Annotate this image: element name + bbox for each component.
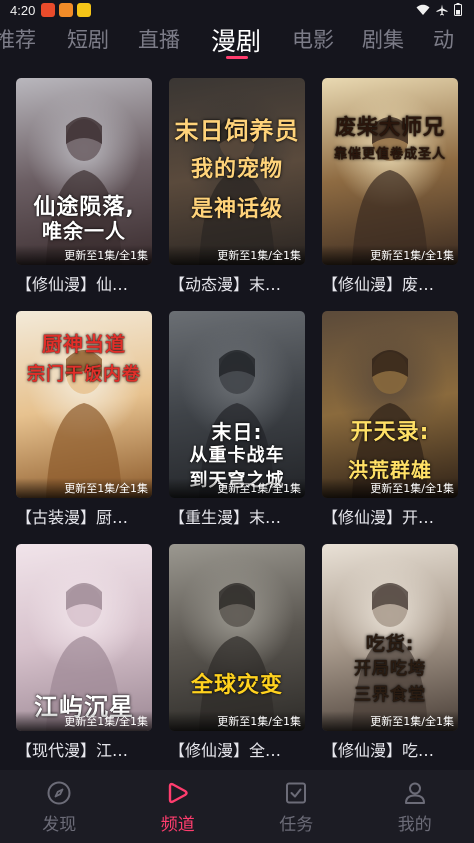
episode-badge: 更新至1集/全1集 (16, 245, 152, 265)
tab-anime[interactable]: 动 (433, 24, 454, 54)
drama-card[interactable]: 开天录: 洪荒群雄 更新至1集/全1集【修仙漫】开… (322, 311, 458, 528)
cover-title-text: 仙途陨落, (33, 195, 135, 220)
drama-cover-image[interactable]: 吃货: 开局吃垮三界食堂更新至1集/全1集 (322, 544, 458, 731)
drama-card[interactable]: 仙途陨落, 唯余一人 更新至1集/全1集【修仙漫】仙… (16, 78, 152, 295)
drama-card[interactable]: 江屿沉星 更新至1集/全1集【现代漫】江… (16, 544, 152, 761)
nav-label: 任务 (279, 815, 314, 835)
episode-badge: 更新至1集/全1集 (322, 478, 458, 498)
battery-icon (454, 3, 462, 16)
cover-title-text: 废柴大师兄 (335, 115, 445, 139)
drama-card[interactable]: 末日:从重卡战车到天穹之城更新至1集/全1集【重生漫】末… (169, 311, 305, 528)
cover-title-text: 三界食堂 (354, 685, 426, 705)
drama-card[interactable]: 废柴大师兄靠催更值卷成圣人更新至1集/全1集【修仙漫】废… (322, 78, 458, 295)
cover-title-text: 开天录: (350, 420, 430, 445)
tab-manju[interactable]: 漫剧 (211, 22, 261, 58)
active-tab-indicator (226, 56, 248, 59)
drama-cover-image[interactable]: 仙途陨落, 唯余一人 更新至1集/全1集 (16, 78, 152, 265)
tab-series[interactable]: 剧集 (362, 24, 404, 54)
drama-title[interactable]: 【重生漫】末… (169, 504, 305, 528)
drama-title[interactable]: 【古装漫】厨… (16, 504, 152, 528)
drama-cover-image[interactable]: 废柴大师兄靠催更值卷成圣人更新至1集/全1集 (322, 78, 458, 265)
episode-badge: 更新至1集/全1集 (169, 711, 305, 731)
tab-live[interactable]: 直播 (138, 24, 180, 54)
drama-card[interactable]: 吃货: 开局吃垮三界食堂更新至1集/全1集【修仙漫】吃… (322, 544, 458, 761)
drama-cover-image[interactable]: 开天录: 洪荒群雄 更新至1集/全1集 (322, 311, 458, 498)
episode-badge: 更新至1集/全1集 (16, 478, 152, 498)
cover-title-text: 靠催更值卷成圣人 (333, 147, 446, 162)
app-notification-icon (59, 3, 74, 17)
cover-title-text: 开局吃垮 (354, 659, 426, 679)
tab-movie[interactable]: 电影 (292, 24, 334, 54)
drama-title[interactable]: 【修仙漫】仙… (16, 271, 152, 295)
drama-title[interactable]: 【动态漫】末… (169, 271, 305, 295)
drama-title[interactable]: 【修仙漫】废… (322, 271, 458, 295)
person-icon (404, 782, 425, 804)
nav-tasks[interactable]: 任务 (237, 770, 356, 843)
nav-discover[interactable]: 发现 (0, 770, 119, 843)
app-notification-icon (77, 3, 92, 17)
drama-cover-image[interactable]: 全球灾变更新至1集/全1集 (169, 544, 305, 731)
drama-title[interactable]: 【修仙漫】全… (169, 737, 305, 761)
bottom-navigation: 发现 频道 任务 我的 (0, 770, 474, 843)
status-indicators (416, 3, 462, 16)
episode-badge: 更新至1集/全1集 (169, 478, 305, 498)
drama-cover-image[interactable]: 末日饲养员我的宠物是神话级更新至1集/全1集 (169, 78, 305, 265)
episode-badge: 更新至1集/全1集 (322, 711, 458, 731)
cover-title-text: 吃货: (365, 633, 415, 655)
cover-character-illustration (352, 117, 428, 265)
episode-badge: 更新至1集/全1集 (169, 245, 305, 265)
drama-title[interactable]: 【修仙漫】开… (322, 504, 458, 528)
compass-icon (47, 781, 71, 805)
tab-short-drama[interactable]: 短剧 (67, 24, 109, 54)
cover-title-text: 厨神当道 (42, 332, 126, 356)
drama-title[interactable]: 【现代漫】江… (16, 737, 152, 761)
cover-character-illustration (199, 583, 275, 731)
play-icon (168, 782, 188, 804)
drama-card[interactable]: 厨神当道宗门干饭内卷 更新至1集/全1集【古装漫】厨… (16, 311, 152, 528)
drama-title[interactable]: 【修仙漫】吃… (322, 737, 458, 761)
nav-channel[interactable]: 频道 (119, 770, 238, 843)
cover-title-text: 是神话级 (190, 197, 283, 222)
wifi-icon (416, 4, 430, 15)
drama-card[interactable]: 全球灾变更新至1集/全1集【修仙漫】全… (169, 544, 305, 761)
episode-badge: 更新至1集/全1集 (322, 245, 458, 265)
tab-recommend[interactable]: 推荐 (0, 24, 36, 54)
airplane-icon (436, 4, 448, 15)
cover-title-text: 宗门干饭内卷 (27, 364, 141, 385)
nav-label: 发现 (42, 815, 77, 835)
app-notification-icon (41, 3, 56, 17)
task-check-icon (286, 782, 307, 804)
cover-title-text: 唯余一人 (42, 219, 126, 243)
nav-profile[interactable]: 我的 (356, 770, 474, 843)
nav-label: 我的 (397, 815, 432, 835)
episode-badge: 更新至1集/全1集 (16, 711, 152, 731)
drama-cover-image[interactable]: 江屿沉星 更新至1集/全1集 (16, 544, 152, 731)
status-bar: 4:20 (0, 0, 474, 20)
cover-title-text: 全球灾变 (190, 673, 283, 698)
drama-cover-image[interactable]: 厨神当道宗门干饭内卷 更新至1集/全1集 (16, 311, 152, 498)
drama-cover-image[interactable]: 末日:从重卡战车到天穹之城更新至1集/全1集 (169, 311, 305, 498)
cover-title-text: 末日: (211, 420, 263, 444)
cover-title-text: 末日饲养员 (174, 117, 300, 145)
drama-card[interactable]: 末日饲养员我的宠物是神话级更新至1集/全1集【动态漫】末… (169, 78, 305, 295)
cover-title-text: 从重卡战车 (189, 445, 285, 466)
status-time: 4:20 (10, 2, 36, 18)
cover-title-text: 我的宠物 (190, 157, 283, 182)
nav-label: 频道 (160, 815, 195, 835)
